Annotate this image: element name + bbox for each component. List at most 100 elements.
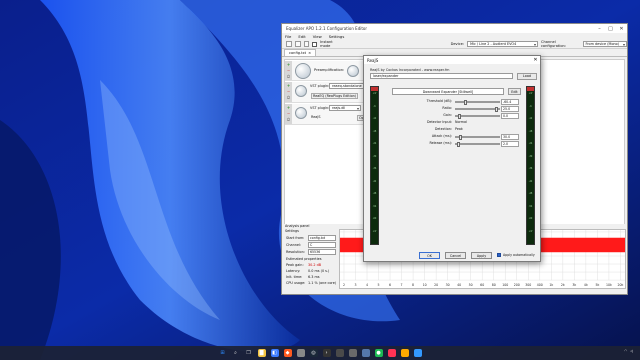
estimated-label: Estimated properties [286, 257, 322, 261]
param-label: Ratio: [442, 106, 452, 110]
reajs-titlebar[interactable]: ReaJS ✕ [364, 56, 540, 64]
device-select[interactable]: Mic / Line 2 - Audient EVO4 [467, 41, 538, 47]
slider-thumb[interactable] [494, 107, 498, 112]
store-icon[interactable]: ◧ [270, 349, 279, 357]
close-icon[interactable]: ✕ [616, 26, 627, 32]
effect-name[interactable]: Downward Expander [Stillwell] [392, 88, 504, 95]
channel-label: Channel: [286, 243, 302, 247]
power-icon[interactable]: ⏻ [286, 74, 291, 79]
app-icon[interactable] [296, 349, 305, 357]
vst2-path[interactable]: reajs.dll [329, 105, 361, 111]
param-slider[interactable] [455, 114, 500, 119]
param-slider[interactable] [455, 107, 500, 112]
preset-field[interactable]: loser/expander [370, 73, 513, 79]
menu-edit[interactable]: Edit [298, 34, 305, 39]
auto-apply-toggle[interactable]: Apply automatically [497, 253, 535, 257]
preamp-knob-icon[interactable] [295, 63, 311, 79]
app6-icon[interactable] [400, 349, 409, 357]
cancel-button[interactable]: Cancel [445, 252, 466, 259]
spotify-icon[interactable]: ● [374, 349, 383, 357]
apo-titlebar[interactable]: Equalizer APO 1.2.1 Configuration Editor… [282, 24, 627, 33]
meter-tick: -54 [528, 204, 533, 208]
wifi-icon[interactable]: ◠ [624, 349, 627, 353]
frequency-tick-label: 20k [617, 283, 623, 287]
slider-thumb[interactable] [456, 142, 460, 147]
param-slider[interactable] [455, 100, 500, 105]
app4-icon[interactable] [361, 349, 370, 357]
remove-icon[interactable]: − [286, 68, 291, 73]
analysis-settings-label: Settings [285, 229, 299, 233]
vst1-open-button[interactable]: ReaEQ (ReaPlugs Edition) [311, 93, 359, 99]
meter-tick: -18 [372, 129, 377, 133]
param-option[interactable]: Normal [455, 120, 467, 124]
remove-icon[interactable]: − [286, 111, 291, 116]
apo-menubar: File Edit View Settings [282, 33, 627, 40]
app5-icon[interactable] [387, 349, 396, 357]
load-button[interactable]: Load [517, 73, 537, 80]
edit-button[interactable]: Edit [508, 88, 521, 95]
apo-toolbar: Instant mode Device: Mic / Line 2 - Audi… [282, 40, 627, 49]
frequency-tick-label: 3 [354, 283, 356, 287]
preamp-gain-knob[interactable] [347, 65, 359, 77]
task-view-icon[interactable]: ❐ [245, 349, 253, 357]
channel-select[interactable]: C [308, 242, 336, 248]
input-meter: -inf -6 -12 -18 -24 -30 -36 -42 -48 -54 -60 -inf [370, 86, 379, 245]
slider-thumb[interactable] [458, 114, 462, 119]
meter-tick: -24 [528, 142, 533, 145]
slider-thumb[interactable] [464, 100, 468, 105]
param-slider[interactable] [455, 135, 500, 140]
tab-config[interactable]: config.txt × [284, 49, 317, 56]
meter-tick: -6 [373, 104, 376, 108]
param-value-field[interactable]: 25.0 [501, 106, 519, 112]
start-from-select[interactable]: config.txt [308, 235, 336, 241]
app2-icon[interactable] [335, 349, 344, 357]
resolution-select[interactable]: 65536 [308, 249, 336, 255]
param-value-field[interactable]: 30.0 [501, 134, 519, 140]
app3-icon[interactable] [348, 349, 357, 357]
windows-icon[interactable]: ⊞ [219, 349, 227, 357]
tab-close-icon[interactable]: × [308, 51, 311, 55]
ok-button[interactable]: OK [419, 252, 440, 259]
frequency-tick-label: 50 [469, 283, 473, 287]
explorer-icon[interactable]: ▇ [257, 349, 266, 357]
param-value-field[interactable]: 0.0 [501, 113, 519, 119]
volume-icon[interactable]: ◁ [630, 349, 633, 353]
search-icon[interactable]: ⌕ [232, 349, 240, 357]
param-option[interactable]: Peak [455, 127, 463, 131]
instant-mode-checkbox[interactable] [312, 41, 318, 47]
menu-view[interactable]: View [313, 34, 322, 39]
meter-tick: -48 [372, 192, 377, 195]
save-file-icon[interactable] [303, 41, 310, 47]
channel-config-select[interactable]: From device (Mono) [582, 41, 627, 47]
slider-thumb[interactable] [459, 135, 463, 140]
param-row: Gain: 0.0 [385, 113, 521, 119]
param-slider[interactable] [455, 142, 500, 147]
maximize-icon[interactable]: □ [605, 26, 616, 32]
apply-button[interactable]: Apply [471, 252, 492, 259]
app7-icon[interactable] [413, 349, 422, 357]
terminal-icon[interactable]: › [322, 349, 331, 357]
power-icon[interactable]: ⏻ [286, 117, 291, 122]
vst2-label: VST plugin: [310, 106, 330, 110]
brave-icon[interactable]: ◆ [283, 349, 292, 357]
minimize-icon[interactable]: – [594, 26, 605, 32]
add-icon[interactable]: + [286, 62, 291, 67]
remove-icon[interactable]: − [286, 89, 291, 94]
auto-apply-checkbox[interactable] [497, 253, 501, 257]
add-icon[interactable]: + [286, 83, 291, 88]
frequency-tick-label: 2 [343, 283, 345, 287]
power-icon[interactable]: ⏻ [286, 95, 291, 100]
menu-file[interactable]: File [285, 34, 291, 39]
menu-settings[interactable]: Settings [329, 34, 345, 39]
system-tray[interactable]: ◠ ◁ [624, 349, 636, 353]
param-value-field[interactable]: -60.4 [501, 99, 519, 105]
param-value-field[interactable]: 2.0 [501, 141, 519, 147]
frequency-tick-label: 200 [514, 283, 520, 287]
frequency-tick-label: 10 [423, 283, 427, 287]
add-icon[interactable]: + [286, 105, 291, 110]
new-file-icon[interactable] [286, 41, 292, 47]
close-icon[interactable]: ✕ [531, 57, 540, 63]
steam-icon[interactable]: ◎ [309, 349, 318, 357]
open-file-icon[interactable] [294, 41, 301, 47]
frequency-tick-label: 20 [434, 283, 438, 287]
